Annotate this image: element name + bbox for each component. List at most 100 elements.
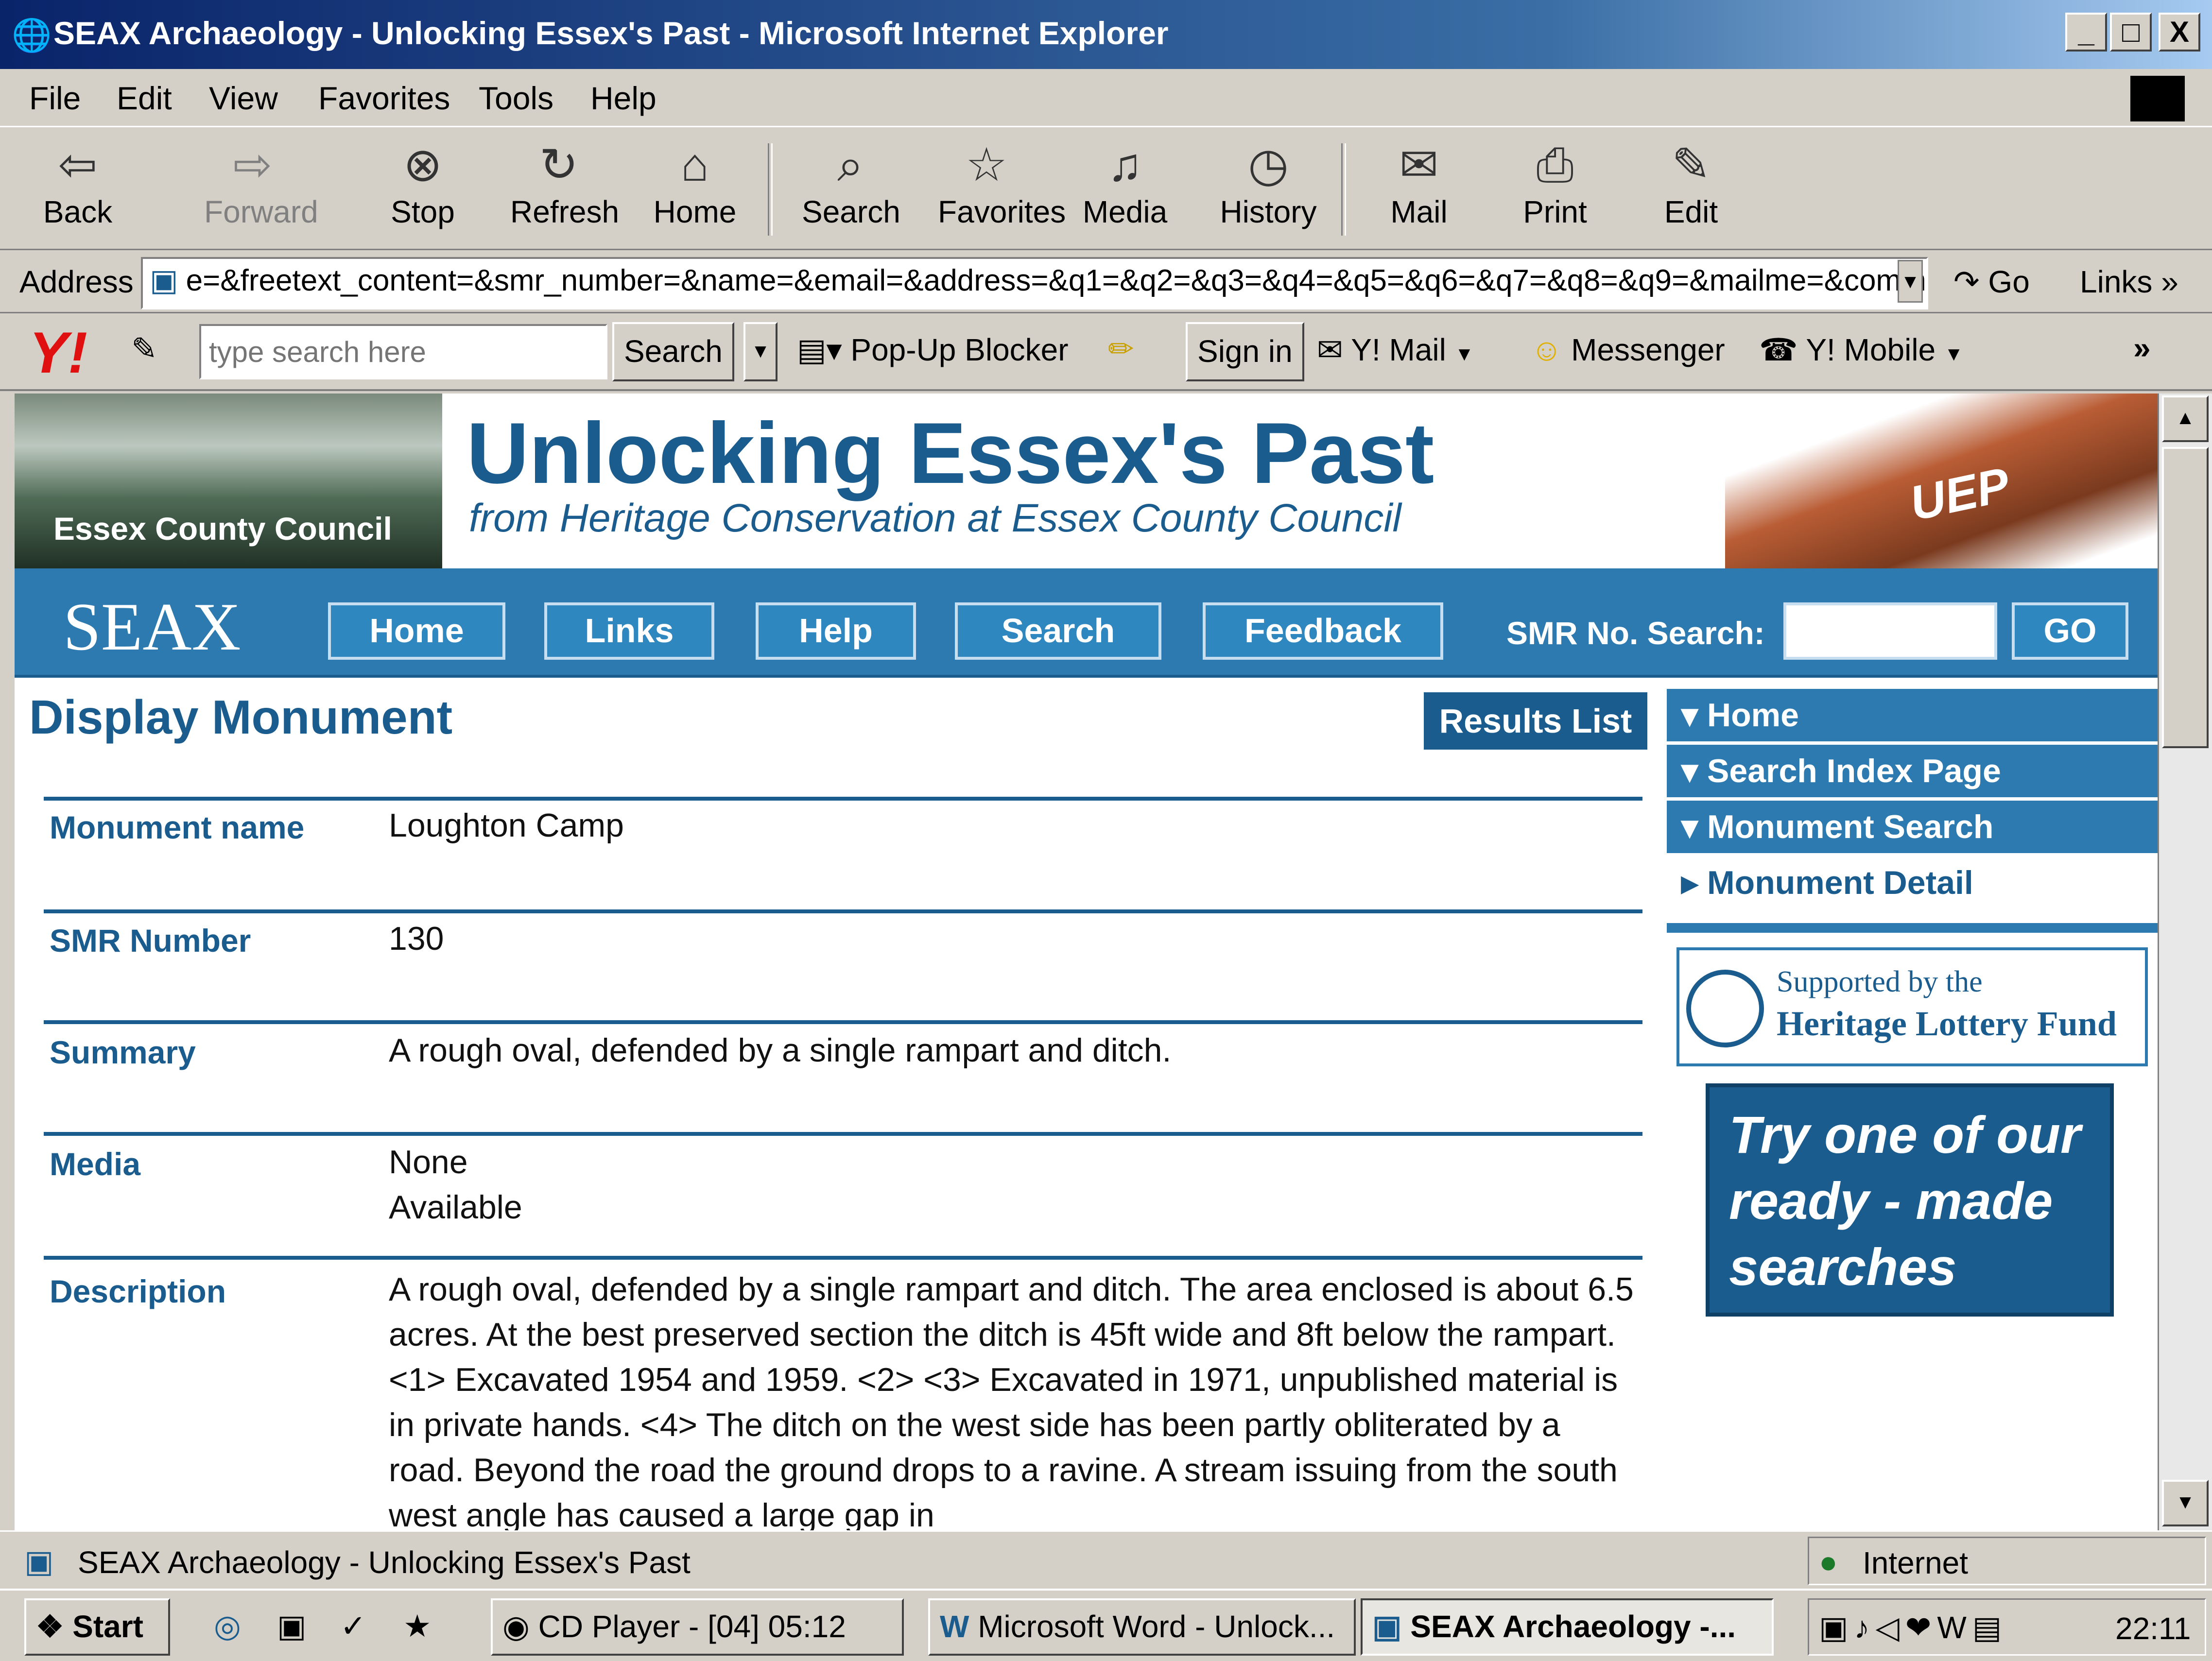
mobile-icon: ☎ (1759, 332, 1798, 367)
ie-quicklaunch-icon[interactable]: ◎ (214, 1608, 241, 1644)
desktop-quicklaunch-icon[interactable]: ▣ (277, 1608, 306, 1644)
hlf-line1: Supported by the (1777, 965, 1983, 998)
clock: 22:11 (2115, 1611, 2191, 1646)
smr-number-value: 130 (389, 920, 444, 957)
address-input[interactable]: ▣ e=&freetext_content=&smr_number=&name=&… (141, 257, 1928, 309)
scroll-thumb[interactable] (2162, 447, 2209, 748)
minimize-button[interactable]: _ (2065, 13, 2107, 51)
scroll-up-icon[interactable]: ▲ (2162, 395, 2209, 442)
summary-value: A rough oval, defended by a single rampa… (389, 1032, 1172, 1069)
smr-number-label: SMR Number (50, 923, 251, 959)
toolbar-separator (1341, 143, 1346, 236)
yahoo-search-dropdown-icon[interactable]: ▼ (743, 322, 778, 381)
standard-toolbar: ⇦ Back ⇨ Forward ⊗ Stop ↻ Refresh ⌂ Home ⌕ Sea… (0, 129, 2212, 250)
menu-bar: File Edit View Favorites Tools Help (0, 69, 2212, 127)
print-icon: ⎙ (1536, 139, 1574, 191)
highlighter-icon[interactable]: ✏ (1108, 331, 1134, 367)
close-button[interactable]: X (2159, 13, 2200, 51)
sidebar-item-monument-detail[interactable]: ▸ Monument Detail (1667, 856, 2158, 909)
heritage-lottery-badge[interactable]: Supported by the Heritage Lottery Fund (1676, 947, 2148, 1066)
app-quicklaunch-icon[interactable]: ★ (403, 1608, 431, 1644)
history-button[interactable]: ◷ History (1220, 138, 1317, 245)
search-button[interactable]: ⌕ Search (802, 138, 900, 245)
menu-edit[interactable]: Edit (117, 80, 172, 117)
task-seax-archaeology[interactable]: ▣ SEAX Archaeology -... (1361, 1598, 1774, 1656)
address-dropdown-icon[interactable]: ▼ (1898, 260, 1923, 303)
back-arrow-icon: ⇦ (58, 139, 98, 191)
home-icon: ⌂ (681, 139, 709, 191)
globe-icon: ● (1819, 1544, 1838, 1579)
yahoo-mobile-button[interactable]: ☎ Y! Mobile ▼ (1759, 332, 1964, 368)
monument-name-label: Monument name (50, 809, 305, 845)
windows-flag-icon: ❖ (36, 1609, 64, 1644)
nav-links-button[interactable]: Links (544, 602, 714, 660)
popup-blocker-button[interactable]: ▤▾ Pop-Up Blocker (797, 332, 1069, 368)
nav-home-button[interactable]: Home (328, 602, 505, 660)
home-button[interactable]: ⌂ Home (646, 138, 743, 245)
favorites-button[interactable]: ☆ Favorites (938, 138, 1066, 245)
edit-icon: ✎ (1671, 139, 1711, 191)
print-button[interactable]: ⎙ Print (1506, 138, 1604, 245)
media-button[interactable]: ♫ Media (1076, 138, 1174, 245)
nav-help-button[interactable]: Help (756, 602, 916, 660)
messenger-button[interactable]: ☺ Messenger (1531, 332, 1725, 368)
pencil-icon[interactable]: ✎ (131, 331, 157, 367)
ready-made-searches-promo[interactable]: Try one of our ready - made searches (1706, 1083, 2114, 1317)
results-list-button[interactable]: Results List (1424, 692, 1647, 750)
yahoo-logo[interactable]: Y! (29, 319, 87, 386)
task-microsoft-word[interactable]: W Microsoft Word - Unlock... (928, 1598, 1356, 1656)
tray-icons[interactable]: ▣♪◁❤W▤ (1819, 1610, 2007, 1646)
nav-search-button[interactable]: Search (955, 602, 1161, 660)
scroll-down-icon[interactable]: ▼ (2162, 1480, 2209, 1526)
page-status-icon: ▣ (24, 1544, 54, 1579)
sign-in-button[interactable]: Sign in (1186, 322, 1304, 381)
taskbar: ❖ Start ◎ ▣ ✓ ★ ◉ CD Player - [04] 05:12… (0, 1589, 2212, 1661)
stop-button[interactable]: ⊗ Stop (374, 138, 471, 245)
menu-file[interactable]: File (29, 80, 81, 117)
council-name: Essex County Council (53, 511, 392, 547)
menu-help[interactable]: Help (590, 80, 657, 117)
monument-name-value: Loughton Camp (389, 807, 624, 844)
status-bar: ▣ SEAX Archaeology - Unlocking Essex's P… (0, 1530, 2212, 1589)
site-title: Unlocking Essex's Past (467, 405, 1434, 501)
forward-arrow-icon: ⇨ (233, 139, 273, 191)
outlook-quicklaunch-icon[interactable]: ✓ (340, 1608, 366, 1644)
toolbar-separator (768, 143, 773, 236)
description-value: A rough oval, defended by a single rampa… (389, 1271, 1634, 1530)
nav-feedback-button[interactable]: Feedback (1203, 602, 1443, 660)
task-cd-player[interactable]: ◉ CD Player - [04] 05:12 (491, 1598, 904, 1656)
start-button[interactable]: ❖ Start (24, 1598, 170, 1656)
edit-button[interactable]: ✎ Edit (1642, 138, 1740, 245)
refresh-button[interactable]: ↻ Refresh (510, 138, 619, 245)
mail-button[interactable]: ✉ Mail (1370, 138, 1468, 245)
smr-search-input[interactable] (1783, 602, 1997, 660)
media-value: None Available (389, 1144, 522, 1226)
menu-tools[interactable]: Tools (479, 80, 553, 117)
sidebar-item-search-index[interactable]: ▾ Search Index Page (1667, 745, 2158, 797)
word-icon: W (940, 1609, 969, 1644)
favorites-icon: ☆ (965, 139, 1008, 191)
menu-favorites[interactable]: Favorites (318, 80, 450, 117)
yahoo-search-button[interactable]: Search (612, 322, 734, 381)
maximize-button[interactable]: □ (2110, 13, 2152, 51)
yahoo-mail-button[interactable]: ✉ Y! Mail ▼ (1317, 332, 1474, 368)
history-icon: ◷ (1248, 139, 1289, 191)
sidebar-item-home[interactable]: ▾ Home (1667, 689, 2158, 741)
site-nav: SEAX Home Links Help Search Feedback SMR… (15, 568, 2158, 678)
go-button[interactable]: ↷ Go (1953, 264, 2030, 300)
menu-view[interactable]: View (209, 80, 278, 117)
row-divider (44, 1256, 1642, 1260)
yahoo-toolbar: Y! ✎ Search ▼ ▤▾ Pop-Up Blocker ✏ Sign i… (0, 313, 2212, 391)
yahoo-search-input[interactable] (199, 324, 607, 379)
search-icon: ⌕ (837, 139, 864, 191)
vertical-scrollbar[interactable]: ▲ ▼ (2158, 394, 2212, 1530)
sidebar-item-monument-search[interactable]: ▾ Monument Search (1667, 801, 2158, 853)
toolbar-overflow-icon[interactable]: » (2133, 330, 2151, 366)
address-label: Address (19, 264, 134, 299)
page-icon: ▣ (150, 264, 178, 297)
forward-button[interactable]: ⇨ Forward (204, 138, 318, 245)
seax-logo: SEAX (63, 589, 241, 665)
back-button[interactable]: ⇦ Back (29, 138, 126, 245)
smr-go-button[interactable]: GO (2012, 602, 2128, 660)
links-button[interactable]: Links » (2080, 264, 2178, 300)
